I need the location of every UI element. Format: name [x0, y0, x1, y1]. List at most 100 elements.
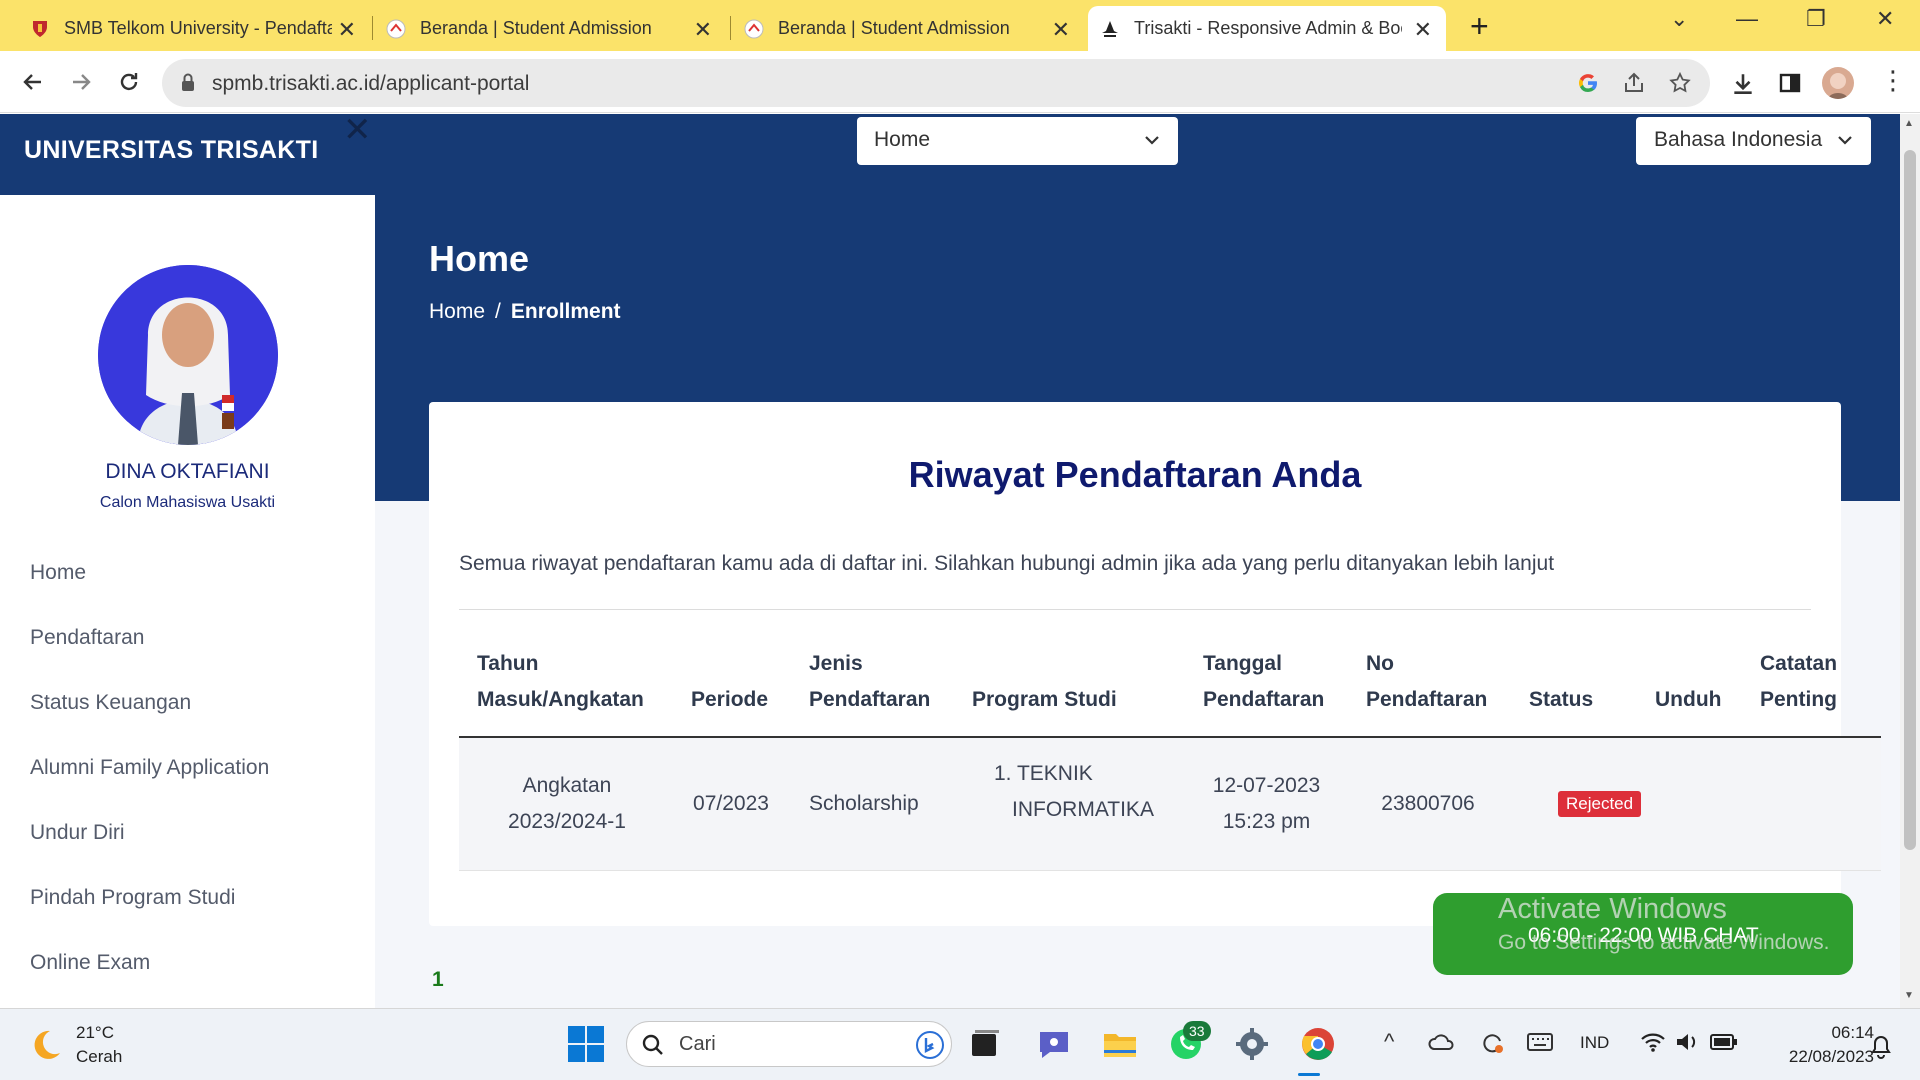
- tab-beranda-2[interactable]: Beranda | Student Admission ✕: [732, 6, 1084, 51]
- scroll-up-icon[interactable]: ▲: [1904, 118, 1914, 129]
- volume-icon[interactable]: [1674, 1031, 1700, 1053]
- tab-telkom[interactable]: SMB Telkom University - Pendaftaran ✕: [18, 6, 370, 51]
- page-title: Home: [429, 238, 530, 279]
- profile-face-icon: [1828, 73, 1848, 99]
- registration-table: Tahun Masuk/Angkatan Periode Jenis Pendaft…: [459, 637, 1881, 871]
- weather-temperature[interactable]: 21°C: [76, 1023, 114, 1043]
- col-no-pendaftaran[interactable]: No Pendaftaran: [1366, 646, 1487, 718]
- sync-icon[interactable]: [1478, 1029, 1506, 1057]
- page-scrollbar[interactable]: ▲ ▼: [1900, 114, 1920, 1008]
- reload-button[interactable]: [112, 65, 146, 99]
- teams-chat-icon[interactable]: [1034, 1024, 1074, 1064]
- telkom-favicon-icon: [33, 20, 47, 37]
- tab-title: SMB Telkom University - Pendaftaran: [64, 18, 332, 38]
- side-panel-icon[interactable]: [1778, 71, 1802, 95]
- brand-title[interactable]: UNIVERSITAS TRISAKTI: [24, 136, 318, 165]
- whatsapp-badge: 33: [1183, 1021, 1211, 1041]
- bookmark-star-icon[interactable]: [1668, 71, 1692, 95]
- keyboard-icon[interactable]: [1526, 1031, 1554, 1053]
- taskbar-search-input[interactable]: Cari: [626, 1021, 952, 1067]
- sidebar-item-home[interactable]: Home: [30, 561, 86, 585]
- search-icon: [642, 1034, 663, 1055]
- profile-avatar[interactable]: [1822, 67, 1854, 99]
- lock-icon[interactable]: [180, 73, 196, 93]
- search-placeholder: Cari: [679, 1033, 716, 1055]
- admission-favicon-icon: [744, 19, 764, 38]
- card-description: Semua riwayat pendaftaran kamu ada di da…: [459, 552, 1555, 575]
- user-role: Calon Mahasiswa Usakti: [99, 494, 276, 511]
- clock-date[interactable]: 22/08/2023: [1762, 1047, 1874, 1067]
- download-icon[interactable]: [1730, 71, 1756, 97]
- sidebar-item-pindah-prodi[interactable]: Pindah Program Studi: [30, 886, 235, 910]
- close-tab-icon[interactable]: ✕: [694, 17, 712, 43]
- tab-separator: [730, 16, 731, 40]
- sidebar: UNIVERSITAS TRISAKTI ✕ DINA OKTAFIANI Ca…: [0, 114, 375, 1008]
- admission-favicon-icon: [386, 19, 406, 38]
- weather-description[interactable]: Cerah: [76, 1047, 122, 1067]
- user-avatar: [98, 265, 278, 445]
- bing-icon[interactable]: [915, 1030, 945, 1060]
- share-icon[interactable]: [1622, 71, 1646, 95]
- sidebar-item-pendaftaran[interactable]: Pendaftaran: [30, 626, 144, 650]
- tray-chevron-icon[interactable]: ^: [1384, 1029, 1394, 1055]
- tab-title: Beranda | Student Admission: [778, 18, 1010, 38]
- url-text[interactable]: spmb.trisakti.ac.id/applicant-portal: [212, 72, 529, 96]
- forward-arrow-icon: [73, 74, 91, 90]
- weather-moon-icon[interactable]: [28, 1027, 64, 1063]
- breadcrumb-home[interactable]: Home: [429, 300, 485, 323]
- sidebar-item-undur-diri[interactable]: Undur Diri: [30, 821, 125, 845]
- sidebar-close-icon[interactable]: ✕: [343, 114, 372, 150]
- close-tab-icon[interactable]: ✕: [338, 17, 356, 43]
- minimize-icon[interactable]: —: [1736, 6, 1758, 32]
- col-program-studi[interactable]: Program Studi: [972, 682, 1117, 718]
- sidebar-item-online-exam[interactable]: Online Exam: [30, 951, 150, 975]
- tab-search-chevron-icon[interactable]: ⌄: [1670, 6, 1688, 32]
- google-icon[interactable]: [1576, 71, 1600, 95]
- col-tanggal-pendaftaran[interactable]: Tanggal Pendaftaran: [1203, 646, 1324, 718]
- tab-trisakti-active[interactable]: Trisakti - Responsive Admin & Bootstrap …: [1088, 6, 1446, 51]
- scrollbar-thumb[interactable]: [1904, 150, 1916, 850]
- sidebar-item-alumni-family[interactable]: Alumni Family Application: [30, 756, 269, 780]
- user-name: DINA OKTAFIANI: [105, 460, 270, 483]
- col-periode[interactable]: Periode: [691, 682, 768, 718]
- tab-beranda-1[interactable]: Beranda | Student Admission ✕: [374, 6, 726, 51]
- wifi-icon[interactable]: [1640, 1031, 1666, 1053]
- forward-button[interactable]: [64, 65, 98, 99]
- settings-gear-icon[interactable]: [1232, 1024, 1272, 1064]
- new-tab-button[interactable]: +: [1470, 8, 1489, 44]
- browser-menu-icon[interactable]: ⋮: [1880, 65, 1906, 96]
- breadcrumb-separator: /: [495, 300, 501, 323]
- cell-program-studi: 1. TEKNIK INFORMATIKA: [994, 762, 1154, 821]
- divider: [459, 609, 1811, 610]
- col-catatan-penting[interactable]: Catatan Penting: [1760, 646, 1837, 718]
- notification-bell-icon[interactable]: [1870, 1035, 1892, 1059]
- applicant-portal-page: UNIVERSITAS TRISAKTI ✕ DINA OKTAFIANI Ca…: [0, 114, 1900, 1008]
- windows-start-icon[interactable]: [566, 1024, 606, 1064]
- col-unduh[interactable]: Unduh: [1655, 682, 1721, 718]
- tab-separator: [372, 16, 373, 40]
- restore-icon[interactable]: ❐: [1806, 6, 1826, 32]
- col-jenis-pendaftaran[interactable]: Jenis Pendaftaran: [809, 646, 930, 718]
- cell-periode: 07/2023: [693, 792, 769, 815]
- back-button[interactable]: [16, 65, 50, 99]
- activate-windows-hint: Go to Settings to activate Windows.: [1498, 931, 1830, 954]
- battery-icon[interactable]: [1710, 1033, 1738, 1051]
- task-view-icon[interactable]: [964, 1024, 1004, 1064]
- pagination-page-1[interactable]: 1: [432, 968, 444, 992]
- close-tab-icon[interactable]: ✕: [1052, 17, 1070, 43]
- address-bar[interactable]: spmb.trisakti.ac.id/applicant-portal: [162, 59, 1710, 107]
- language-select[interactable]: Bahasa Indonesia: [1636, 117, 1871, 165]
- file-explorer-icon[interactable]: [1100, 1024, 1140, 1064]
- col-status[interactable]: Status: [1529, 682, 1593, 718]
- nav-select-value: Home: [874, 128, 931, 151]
- chrome-icon[interactable]: [1298, 1024, 1338, 1064]
- close-window-icon[interactable]: ✕: [1876, 6, 1894, 32]
- col-tahun-masuk[interactable]: Tahun Masuk/Angkatan: [477, 646, 644, 718]
- sidebar-item-status-keuangan[interactable]: Status Keuangan: [30, 691, 191, 715]
- onedrive-icon[interactable]: [1428, 1031, 1456, 1055]
- clock-time[interactable]: 06:14: [1810, 1023, 1874, 1043]
- scroll-down-icon[interactable]: ▼: [1904, 990, 1914, 1001]
- close-tab-icon[interactable]: ✕: [1414, 17, 1432, 43]
- nav-select[interactable]: Home: [857, 117, 1178, 165]
- input-language-indicator[interactable]: IND: [1580, 1033, 1609, 1053]
